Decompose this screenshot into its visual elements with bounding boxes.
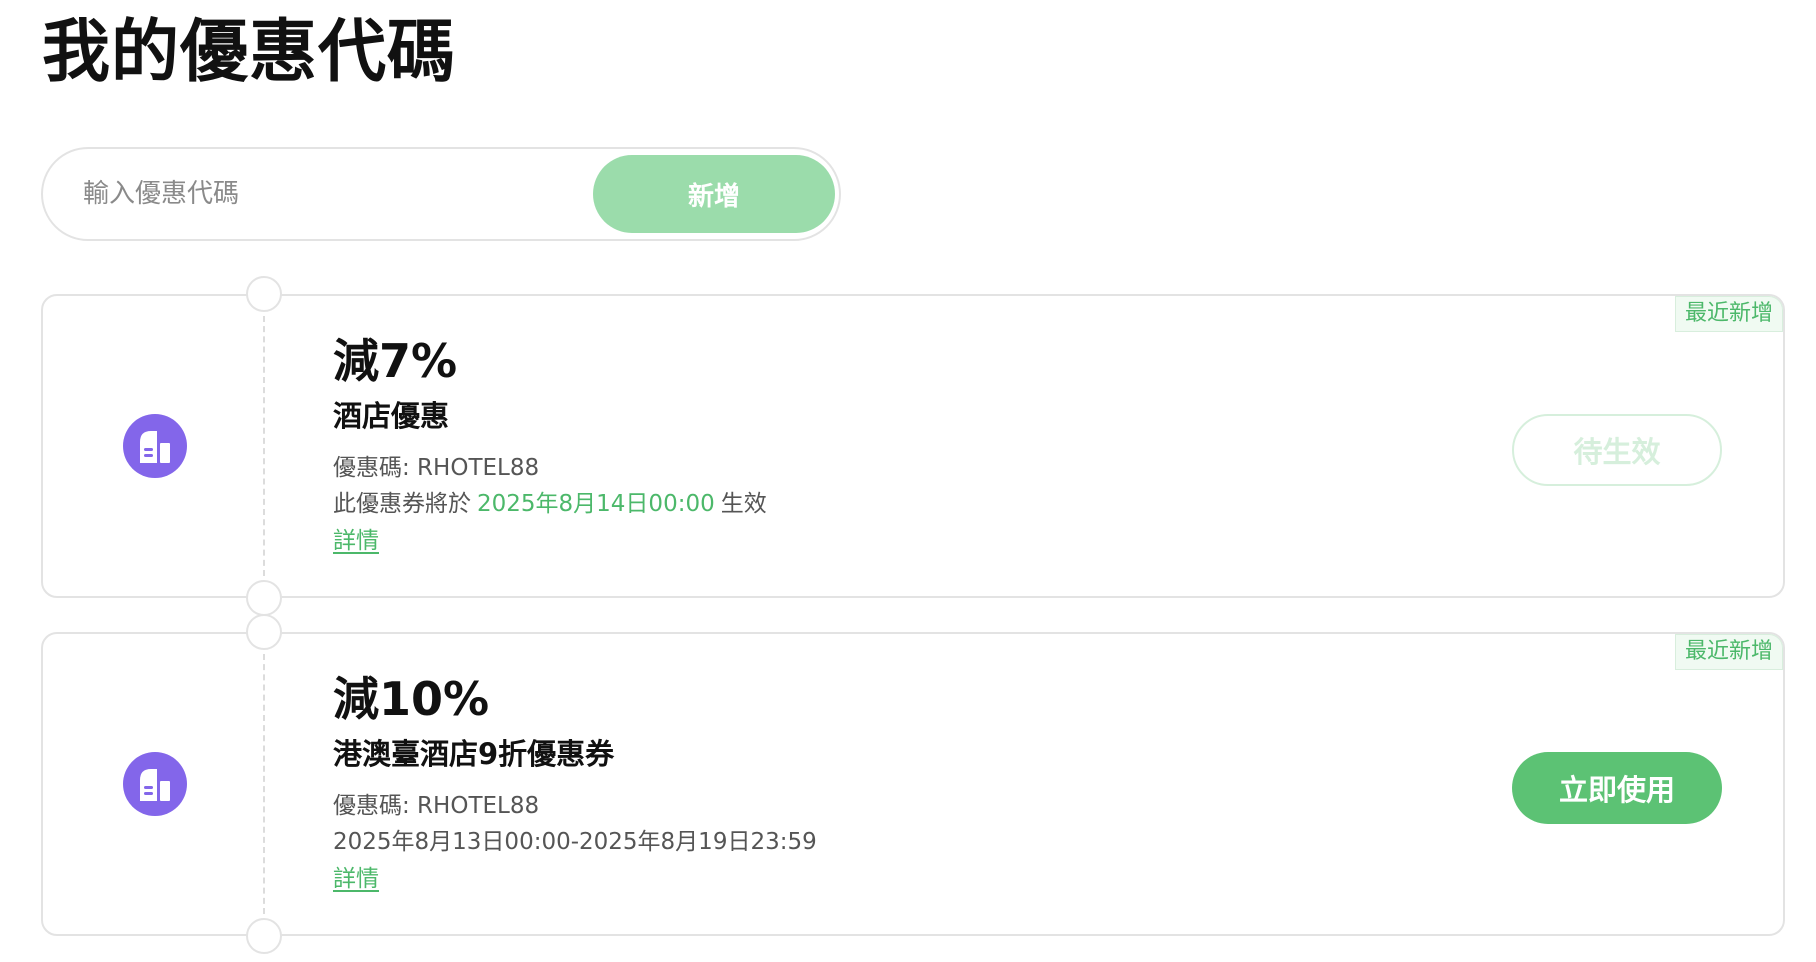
recently-added-tag: 最近新增	[1674, 634, 1783, 670]
add-coupon-button[interactable]: 新增	[593, 155, 835, 233]
ticket-divider	[263, 654, 265, 914]
validity-prefix: 此優惠券將於	[333, 491, 471, 517]
coupon-validity: 2025年8月13日00:00-2025年8月19日23:59	[333, 829, 817, 855]
validity-suffix: 生效	[720, 491, 767, 517]
ticket-divider	[263, 316, 265, 576]
coupon-discount: 減7%	[333, 334, 458, 388]
hotel-building-icon	[123, 752, 187, 816]
coupon-title: 港澳臺酒店9折優惠券	[333, 737, 615, 771]
validity-date: 2025年8月14日00:00	[477, 491, 715, 517]
ticket-notch	[246, 580, 282, 616]
coupon-info: 減10% 港澳臺酒店9折優惠券 優惠碼: RHOTEL88 2025年8月13日…	[333, 670, 817, 896]
ticket-notch	[246, 276, 282, 312]
coupon-code-form: 新增	[41, 147, 841, 241]
coupon-discount: 減10%	[333, 672, 490, 726]
page-title: 我的優惠代碼	[42, 13, 457, 92]
coupon-validity: 此優惠券將於 2025年8月14日00:00 生效	[333, 486, 767, 522]
pending-status-button: 待生效	[1512, 414, 1722, 486]
hotel-building-icon	[123, 414, 187, 478]
use-now-button[interactable]: 立即使用	[1512, 752, 1722, 824]
ticket-notch	[246, 614, 282, 650]
ticket-notch	[246, 918, 282, 954]
recently-added-tag: 最近新增	[1674, 296, 1783, 332]
coupon-card: 減10% 港澳臺酒店9折優惠券 優惠碼: RHOTEL88 2025年8月13日…	[41, 614, 1785, 954]
coupon-details-link[interactable]: 詳情	[333, 862, 379, 896]
coupon-code-input[interactable]	[83, 169, 583, 219]
coupon-title: 酒店優惠	[333, 399, 450, 433]
coupon-details-link[interactable]: 詳情	[333, 524, 379, 558]
coupon-card: 減7% 酒店優惠 優惠碼: RHOTEL88 此優惠券將於 2025年8月14日0…	[41, 276, 1785, 616]
coupon-code: 優惠碼: RHOTEL88	[333, 793, 540, 819]
coupon-info: 減7% 酒店優惠 優惠碼: RHOTEL88 此優惠券將於 2025年8月14日0…	[333, 332, 767, 558]
coupon-code: 優惠碼: RHOTEL88	[333, 455, 540, 481]
